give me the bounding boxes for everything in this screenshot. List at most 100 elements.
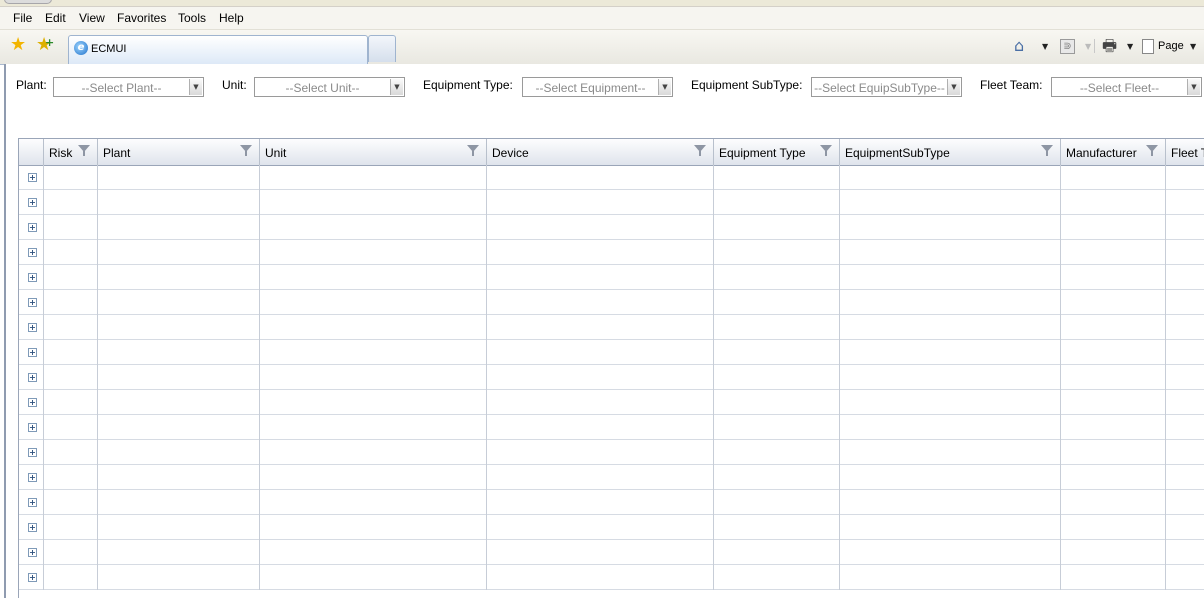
chevron-down-icon[interactable]: ▼ xyxy=(947,79,960,95)
column-header-plant[interactable]: Plant xyxy=(98,139,260,165)
column-header-fleet-team[interactable]: Fleet T xyxy=(1166,139,1204,165)
expand-row-icon[interactable]: + xyxy=(28,348,37,357)
plant-select-value: --Select Plant-- xyxy=(81,81,162,95)
column-header-device[interactable]: Device xyxy=(487,139,714,165)
column-header-unit[interactable]: Unit xyxy=(260,139,487,165)
menu-favorites[interactable]: Favorites xyxy=(117,11,166,25)
equipment-grid: Risk Plant Unit Device Equipment Type Eq… xyxy=(18,138,1204,598)
expand-row-icon[interactable]: + xyxy=(28,373,37,382)
menu-view[interactable]: View xyxy=(79,11,105,25)
cell-divider xyxy=(486,515,487,540)
cell-divider xyxy=(43,490,44,515)
cell-divider xyxy=(1060,440,1061,465)
cell-divider xyxy=(713,490,714,515)
unit-select[interactable]: --Select Unit-- ▼ xyxy=(254,77,405,97)
table-row[interactable]: + xyxy=(19,265,1204,290)
menu-tools[interactable]: Tools xyxy=(178,11,206,25)
menu-help[interactable]: Help xyxy=(219,11,244,25)
chevron-down-icon[interactable]: ▼ xyxy=(658,79,671,95)
equipment-subtype-select[interactable]: --Select EquipSubType-- ▼ xyxy=(811,77,962,97)
cell-divider xyxy=(713,190,714,215)
table-row[interactable]: + xyxy=(19,440,1204,465)
equipment-type-select[interactable]: --Select Equipment-- ▼ xyxy=(522,77,673,97)
fleet-team-select-value: --Select Fleet-- xyxy=(1079,81,1160,95)
cell-divider xyxy=(97,365,98,390)
cell-divider xyxy=(839,265,840,290)
table-row[interactable]: + xyxy=(19,515,1204,540)
cell-divider xyxy=(43,565,44,590)
cell-divider xyxy=(713,240,714,265)
expand-row-icon[interactable]: + xyxy=(28,223,37,232)
cell-divider xyxy=(486,240,487,265)
column-label: Unit xyxy=(265,146,287,160)
cell-divider xyxy=(839,215,840,240)
column-header-equipment-type[interactable]: Equipment Type xyxy=(714,139,840,165)
cell-divider xyxy=(1165,440,1166,465)
expand-row-icon[interactable]: + xyxy=(28,198,37,207)
print-icon[interactable]: 🖶 xyxy=(1102,37,1117,55)
menu-file[interactable]: File xyxy=(13,11,32,25)
cell-divider xyxy=(97,340,98,365)
cell-divider xyxy=(97,240,98,265)
cell-divider xyxy=(1060,515,1061,540)
expand-row-icon[interactable]: + xyxy=(28,273,37,282)
expand-row-icon[interactable]: + xyxy=(28,448,37,457)
expand-row-icon[interactable]: + xyxy=(28,498,37,507)
table-row[interactable]: + xyxy=(19,315,1204,340)
table-row[interactable]: + xyxy=(19,490,1204,515)
table-row[interactable]: + xyxy=(19,240,1204,265)
window-control[interactable] xyxy=(4,0,52,4)
cell-divider xyxy=(259,240,260,265)
cell-divider xyxy=(43,390,44,415)
expand-row-icon[interactable]: + xyxy=(28,298,37,307)
fleet-team-select[interactable]: --Select Fleet-- ▼ xyxy=(1051,77,1202,97)
cell-divider xyxy=(1060,340,1061,365)
table-row[interactable]: + xyxy=(19,390,1204,415)
column-header-equipment-subtype[interactable]: EquipmentSubType xyxy=(840,139,1061,165)
table-row[interactable]: + xyxy=(19,290,1204,315)
home-dropdown-icon[interactable]: ▼ xyxy=(1042,42,1048,51)
expand-row-icon[interactable]: + xyxy=(28,423,37,432)
print-dropdown-icon[interactable]: ▼ xyxy=(1127,42,1133,51)
expand-row-icon[interactable]: + xyxy=(28,473,37,482)
table-row[interactable]: + xyxy=(19,165,1204,190)
menu-edit[interactable]: Edit xyxy=(45,11,66,25)
expand-row-icon[interactable]: + xyxy=(28,248,37,257)
page-icon[interactable] xyxy=(1142,39,1154,54)
table-row[interactable]: + xyxy=(19,540,1204,565)
cell-divider xyxy=(1060,465,1061,490)
table-row[interactable]: + xyxy=(19,365,1204,390)
cell-divider xyxy=(1165,340,1166,365)
expand-row-icon[interactable]: + xyxy=(28,398,37,407)
chevron-down-icon[interactable]: ▼ xyxy=(390,79,403,95)
page-menu-button[interactable]: Page xyxy=(1158,40,1184,52)
fleet-team-label: Fleet Team: xyxy=(980,78,1043,92)
table-row[interactable]: + xyxy=(19,215,1204,240)
table-row[interactable]: + xyxy=(19,415,1204,440)
cell-divider xyxy=(486,340,487,365)
home-icon[interactable]: ⌂ xyxy=(1014,37,1024,55)
column-header-risk[interactable]: Risk xyxy=(44,139,98,165)
chevron-down-icon[interactable]: ▼ xyxy=(1187,79,1200,95)
table-row[interactable]: + xyxy=(19,190,1204,215)
table-row[interactable]: + xyxy=(19,565,1204,590)
expand-row-icon[interactable]: + xyxy=(28,173,37,182)
cell-divider xyxy=(43,465,44,490)
cell-divider xyxy=(486,490,487,515)
column-header-manufacturer[interactable]: Manufacturer xyxy=(1061,139,1166,165)
expand-row-icon[interactable]: + xyxy=(28,573,37,582)
cell-divider xyxy=(1165,540,1166,565)
expand-row-icon[interactable]: + xyxy=(28,523,37,532)
page-dropdown-icon[interactable]: ▼ xyxy=(1190,42,1196,51)
plant-select[interactable]: --Select Plant-- ▼ xyxy=(53,77,204,97)
cell-divider xyxy=(486,565,487,590)
expand-row-icon[interactable]: + xyxy=(28,323,37,332)
feed-icon[interactable]: ⋑ xyxy=(1060,39,1075,54)
table-row[interactable]: + xyxy=(19,465,1204,490)
unit-select-value: --Select Unit-- xyxy=(285,81,360,95)
table-row[interactable]: + xyxy=(19,340,1204,365)
chevron-down-icon[interactable]: ▼ xyxy=(189,79,202,95)
feed-dropdown-icon[interactable]: ▼ xyxy=(1085,42,1091,51)
column-label: EquipmentSubType xyxy=(845,146,950,160)
expand-row-icon[interactable]: + xyxy=(28,548,37,557)
